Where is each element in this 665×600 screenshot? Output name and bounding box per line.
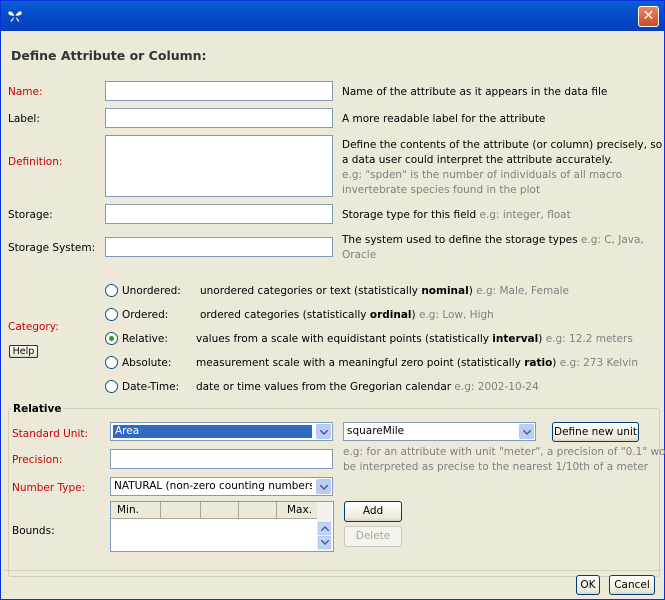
precision-example-2: be interpreted as precise to the nearest… xyxy=(343,461,649,473)
name-label: Name: xyxy=(8,86,43,98)
storage-system-label: Storage System: xyxy=(8,242,96,254)
chevron-down-icon[interactable] xyxy=(519,424,534,439)
delete-button[interactable]: Delete xyxy=(344,526,402,547)
chevron-up-icon xyxy=(321,526,329,531)
close-icon: ✕ xyxy=(642,8,655,24)
column-header-max[interactable]: Max. xyxy=(277,502,317,518)
bounds-table-header: Min. Max. xyxy=(111,502,317,519)
definition-description-1: Define the contents of the attribute (or… xyxy=(342,139,665,151)
storage-description: Storage type for this field e.g: integer… xyxy=(342,209,571,221)
option-desc-unordered: unordered categories or text (statistica… xyxy=(200,285,570,297)
category-label: Category: xyxy=(8,321,59,333)
storage-system-description: The system used to define the storage ty… xyxy=(342,234,644,246)
label-description: A more readable label for the attribute xyxy=(342,113,546,125)
cancel-button[interactable]: Cancel xyxy=(609,575,655,595)
radio-relative[interactable] xyxy=(105,332,118,345)
name-field[interactable] xyxy=(105,81,333,101)
precision-example-1: e.g: for an attribute with unit "meter",… xyxy=(343,446,665,458)
option-label-absolute[interactable]: Absolute: xyxy=(122,357,171,369)
option-label-date-time[interactable]: Date-Time: xyxy=(122,381,179,393)
title-bar[interactable]: ✕ xyxy=(1,1,664,31)
standard-unit-label: Standard Unit: xyxy=(12,428,89,440)
label-field[interactable] xyxy=(105,108,333,128)
option-desc-date-time: date or time values from the Gregorian c… xyxy=(196,381,539,393)
precision-field[interactable] xyxy=(110,449,333,469)
number-type-value: NATURAL (non-zero counting numbers... xyxy=(114,480,312,492)
storage-system-example: e.g: C, Java, xyxy=(580,234,644,246)
label-label: Label: xyxy=(8,113,40,125)
radio-ordered[interactable] xyxy=(105,308,118,321)
scroll-down-button[interactable] xyxy=(318,536,331,549)
radio-date-time[interactable] xyxy=(105,380,118,393)
definition-field[interactable] xyxy=(105,135,333,197)
unit-value: squareMile xyxy=(347,425,405,437)
butterfly-icon xyxy=(7,10,23,23)
definition-label: Definition: xyxy=(8,156,63,168)
storage-system-example-2: Oracle xyxy=(342,249,377,261)
column-header-min[interactable]: Min. xyxy=(111,502,161,518)
storage-system-field[interactable] xyxy=(105,237,333,257)
define-new-unit-button[interactable]: Define new unit xyxy=(552,422,639,442)
chevron-down-icon[interactable] xyxy=(316,424,331,439)
close-button[interactable]: ✕ xyxy=(638,6,659,27)
relative-group-title: Relative xyxy=(11,403,64,415)
number-type-label: Number Type: xyxy=(12,482,86,494)
option-desc-relative: values from a scale with equidistant poi… xyxy=(196,333,633,345)
name-description: Name of the attribute as it appears in t… xyxy=(342,86,608,98)
ok-button[interactable]: OK xyxy=(576,575,600,595)
option-desc-absolute: measurement scale with a meaningful zero… xyxy=(196,357,638,369)
radio-unordered[interactable] xyxy=(105,284,118,297)
bounds-table[interactable]: Min. Max. xyxy=(110,501,334,552)
option-desc-ordered: ordered categories (statistically ordina… xyxy=(200,309,494,321)
definition-description-2: a data user could interpret the attribut… xyxy=(342,154,613,166)
definition-example-2: invertebrate species found in the plot xyxy=(342,184,541,196)
option-label-relative[interactable]: Relative: xyxy=(122,333,168,345)
bounds-scrollbar[interactable] xyxy=(317,502,332,551)
chevron-down-icon[interactable] xyxy=(316,479,331,494)
option-label-ordered[interactable]: Ordered: xyxy=(122,309,168,321)
scroll-up-button[interactable] xyxy=(318,522,331,535)
unit-type-dropdown[interactable]: Area xyxy=(110,422,333,441)
unit-dropdown[interactable]: squareMile xyxy=(343,422,536,441)
number-type-dropdown[interactable]: NATURAL (non-zero counting numbers... xyxy=(110,477,333,496)
dialog-content: Define Attribute or Column: Name: Name o… xyxy=(4,31,665,596)
help-button[interactable]: Help xyxy=(9,345,38,358)
option-label-unordered[interactable]: Unordered: xyxy=(122,285,181,297)
definition-example-1: e.g: "spden" is the number of individual… xyxy=(342,169,623,181)
storage-label: Storage: xyxy=(8,209,53,221)
storage-example: e.g: integer, float xyxy=(479,209,571,221)
chevron-down-icon xyxy=(321,540,329,545)
add-button[interactable]: Add xyxy=(344,501,402,522)
precision-label: Precision: xyxy=(12,454,63,466)
dialog-window: ✕ Define Attribute or Column: Name: Name… xyxy=(0,0,665,600)
storage-field[interactable] xyxy=(105,204,333,224)
bounds-label: Bounds: xyxy=(12,525,55,537)
column-header-blank-3 xyxy=(239,502,277,518)
column-header-blank-1 xyxy=(161,502,201,518)
footer-divider xyxy=(4,570,661,571)
unit-type-value: Area xyxy=(113,425,312,438)
page-title: Define Attribute or Column: xyxy=(11,48,207,63)
column-header-blank-2 xyxy=(201,502,239,518)
radio-absolute[interactable] xyxy=(105,356,118,369)
